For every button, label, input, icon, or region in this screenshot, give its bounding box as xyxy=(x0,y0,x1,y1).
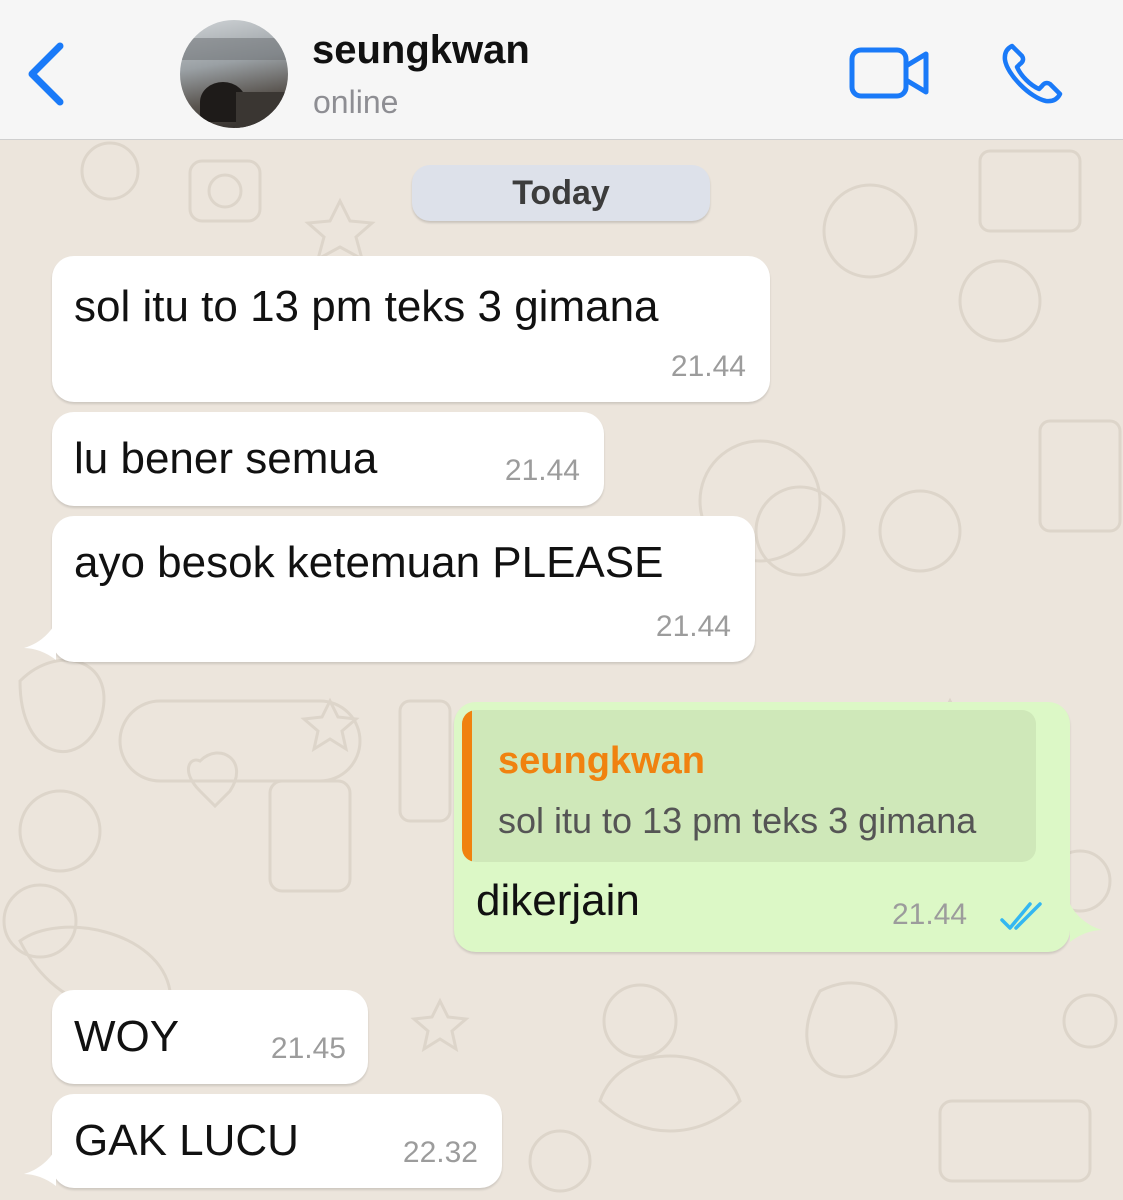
message-bubble-incoming[interactable]: GAK LUCU 22.32 xyxy=(52,1094,502,1188)
message-text: GAK LUCU xyxy=(74,1116,299,1165)
bubble-tail xyxy=(1070,904,1102,942)
chat-area[interactable]: Today sol itu to 13 pm teks 3 gimana 21.… xyxy=(0,141,1123,1200)
contact-status: online xyxy=(313,84,399,120)
date-separator: Today xyxy=(412,165,710,221)
message-bubble-incoming[interactable]: ayo besok ketemuan PLEASE 21.44 xyxy=(52,516,755,662)
back-button[interactable] xyxy=(22,38,72,110)
bubble-tail xyxy=(24,1148,56,1186)
message-text: lu bener semua xyxy=(74,434,378,483)
bubble-tail xyxy=(24,622,56,660)
contact-avatar[interactable] xyxy=(180,20,288,128)
message-text: ayo besok ketemuan PLEASE xyxy=(74,538,664,587)
message-time: 21.44 xyxy=(892,898,968,931)
message-text: dikerjain xyxy=(476,876,640,925)
message-bubble-incoming[interactable]: lu bener semua 21.44 xyxy=(52,412,604,506)
chevron-left-icon xyxy=(28,42,64,106)
message-bubble-incoming[interactable]: sol itu to 13 pm teks 3 gimana 21.44 xyxy=(52,256,770,402)
video-camera-icon xyxy=(849,47,929,99)
message-text: WOY xyxy=(74,1012,180,1061)
message-time: 21.44 xyxy=(504,454,580,487)
voice-call-button[interactable] xyxy=(1000,40,1066,106)
contact-name[interactable]: seungkwan xyxy=(312,28,530,73)
message-time: 21.45 xyxy=(270,1032,346,1065)
message-bubble-outgoing[interactable]: seungkwan sol itu to 13 pm teks 3 gimana… xyxy=(454,702,1070,952)
message-time: 21.44 xyxy=(655,610,731,643)
phone-icon xyxy=(1002,43,1063,104)
double-check-icon xyxy=(1000,902,1042,930)
message-time: 21.44 xyxy=(670,350,746,383)
reply-quote-text: sol itu to 13 pm teks 3 gimana xyxy=(498,800,977,841)
chat-header: seungkwan online xyxy=(0,0,1123,140)
message-time: 22.32 xyxy=(402,1136,478,1169)
video-call-button[interactable] xyxy=(848,44,932,102)
reply-quote-bar xyxy=(462,710,472,862)
reply-quote[interactable]: seungkwan sol itu to 13 pm teks 3 gimana xyxy=(462,710,1036,862)
message-bubble-incoming[interactable]: WOY 21.45 xyxy=(52,990,368,1084)
reply-quote-name: seungkwan xyxy=(498,740,705,782)
message-text: sol itu to 13 pm teks 3 gimana xyxy=(74,282,659,331)
